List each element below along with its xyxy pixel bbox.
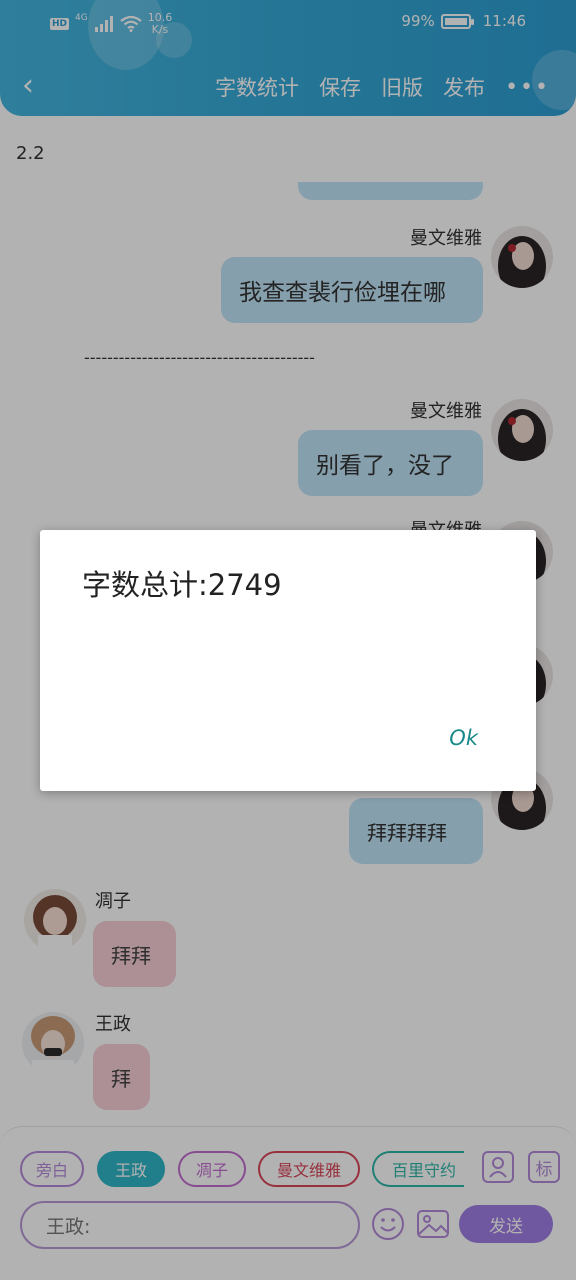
word-count-dialog: 字数总计:2749 Ok	[40, 530, 536, 791]
ok-button[interactable]: Ok	[449, 726, 478, 750]
dialog-message: 字数总计:2749	[82, 568, 282, 602]
